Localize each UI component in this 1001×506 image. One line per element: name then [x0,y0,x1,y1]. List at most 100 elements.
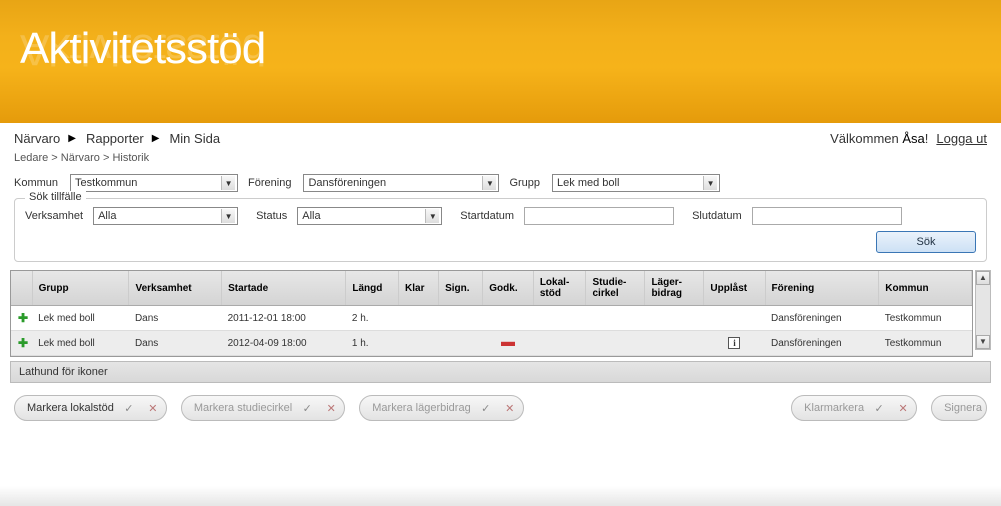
chevron-down-icon: ▼ [425,209,439,223]
th-klar[interactable]: Klar [399,271,439,306]
nav-minsida[interactable]: Min Sida [169,131,220,146]
th-kommun[interactable]: Kommun [879,271,972,306]
expand-icon[interactable]: ✚ [17,336,29,350]
table-scrollbar[interactable]: ▲ ▼ [975,270,991,350]
select-value: Dansföreningen [308,177,386,189]
kommun-select[interactable]: Testkommun ▼ [70,174,238,192]
cell-kommun: Testkommun [879,331,972,356]
cell-verksamhet: Dans [129,331,222,356]
slutdatum-label: Slutdatum [692,210,742,222]
cell-godk [483,306,534,331]
x-icon [144,399,162,417]
th-lagerbidrag[interactable]: Läger- bidrag [645,271,704,306]
cell-lokalstod [533,306,586,331]
grupp-select[interactable]: Lek med boll ▼ [552,174,720,192]
search-button[interactable]: Sök [876,231,976,253]
cell-startade: 2011-12-01 18:00 [222,306,346,331]
bottom-shadow [0,486,1001,506]
user-link[interactable]: Åsa [902,131,924,146]
app-header: Aktivitetsstöd Aktivitetsstöd [0,0,1001,123]
nav-label: Min Sida [169,131,220,146]
cell-upplast [704,306,765,331]
th-forening[interactable]: Förening [765,271,879,306]
main-nav: Närvaro ▶ Rapporter ▶ Min Sida Välkommen… [0,123,1001,148]
logout-link[interactable]: Logga ut [936,131,987,146]
table-row[interactable]: ✚Lek med bollDans2012-04-09 18:001 h.▬iD… [11,331,972,356]
cell-forening: Dansföreningen [765,331,879,356]
table-row[interactable]: ✚Lek med bollDans2011-12-01 18:002 h.Dan… [11,306,972,331]
chevron-down-icon: ▼ [703,176,717,190]
fieldset-legend: Sök tillfälle [25,191,86,203]
th-upplast[interactable]: Upplåst [704,271,765,306]
kommun-label: Kommun [14,177,58,189]
cell-lagerbidrag [645,306,704,331]
mark-studiecirkel-button[interactable]: Markera studiecirkel [181,395,345,421]
chevron-down-icon: ▼ [221,176,235,190]
th-grupp[interactable]: Grupp [32,271,129,306]
verksamhet-select[interactable]: Alla ▼ [93,207,238,225]
caret-right-icon: ▶ [68,133,76,144]
cell-sign [439,306,483,331]
cell-klar [399,331,439,356]
cell-godk: ▬ [483,331,534,356]
minus-icon: ▬ [501,333,515,349]
status-select[interactable]: Alla ▼ [297,207,442,225]
cell-kommun: Testkommun [879,306,972,331]
check-icon [120,399,138,417]
button-label: Signera [944,402,982,414]
cell-sign [439,331,483,356]
startdatum-input[interactable] [524,207,674,225]
cell-lagerbidrag [645,331,704,356]
cell-langd: 2 h. [346,306,399,331]
th-studiecirkel[interactable]: Studie- cirkel [586,271,645,306]
icon-legend-bar[interactable]: Lathund för ikoner [10,361,991,383]
welcome-text: Välkommen Åsa! [830,131,928,146]
results-table: Grupp Verksamhet Startade Längd Klar Sig… [11,271,972,356]
expand-icon[interactable]: ✚ [17,311,29,325]
nav-label: Rapporter [86,131,144,146]
top-filters: Kommun Testkommun ▼ Förening Dansförenin… [0,174,1001,198]
th-lokalstod[interactable]: Lokal- stöd [533,271,586,306]
th-sign[interactable]: Sign. [439,271,483,306]
grupp-label: Grupp [509,177,540,189]
x-icon [501,399,519,417]
cell-klar [399,306,439,331]
cell-startade: 2012-04-09 18:00 [222,331,346,356]
th-expand [11,271,32,306]
status-label: Status [256,210,287,222]
klarmarkera-button[interactable]: Klarmarkera [791,395,917,421]
button-label: Markera lägerbidrag [372,402,470,414]
slutdatum-input[interactable] [752,207,902,225]
th-verksamhet[interactable]: Verksamhet [129,271,222,306]
scroll-down-icon[interactable]: ▼ [976,335,990,349]
search-fieldset: Sök tillfälle Verksamhet Alla ▼ Status A… [14,198,987,262]
results-table-wrap: Grupp Verksamhet Startade Längd Klar Sig… [10,270,973,357]
mark-lagerbidrag-button[interactable]: Markera lägerbidrag [359,395,523,421]
select-value: Lek med boll [557,177,619,189]
button-label: Markera lokalstöd [27,402,114,414]
signera-button[interactable]: Signera [931,395,987,421]
cell-studiecirkel [586,331,645,356]
nav-rapporter[interactable]: Rapporter ▶ [86,131,160,146]
verksamhet-label: Verksamhet [25,210,83,222]
select-value: Alla [302,210,320,222]
cell-langd: 1 h. [346,331,399,356]
chevron-down-icon: ▼ [221,209,235,223]
th-langd[interactable]: Längd [346,271,399,306]
mark-lokalstod-button[interactable]: Markera lokalstöd [14,395,167,421]
bottom-actions: Markera lokalstöd Markera studiecirkel M… [0,395,1001,421]
caret-right-icon: ▶ [152,133,160,144]
info-icon[interactable]: i [728,337,740,349]
nav-narvaro[interactable]: Närvaro ▶ [14,131,76,146]
button-label: Klarmarkera [804,402,864,414]
scroll-up-icon[interactable]: ▲ [976,271,990,285]
scroll-track[interactable] [976,285,990,335]
th-startade[interactable]: Startade [222,271,346,306]
x-icon [322,399,340,417]
app-title-reflection: Aktivitetsstöd [20,24,265,74]
th-godk[interactable]: Godk. [483,271,534,306]
check-icon [870,399,888,417]
cell-forening: Dansföreningen [765,306,879,331]
forening-select[interactable]: Dansföreningen ▼ [303,174,499,192]
check-icon [477,399,495,417]
